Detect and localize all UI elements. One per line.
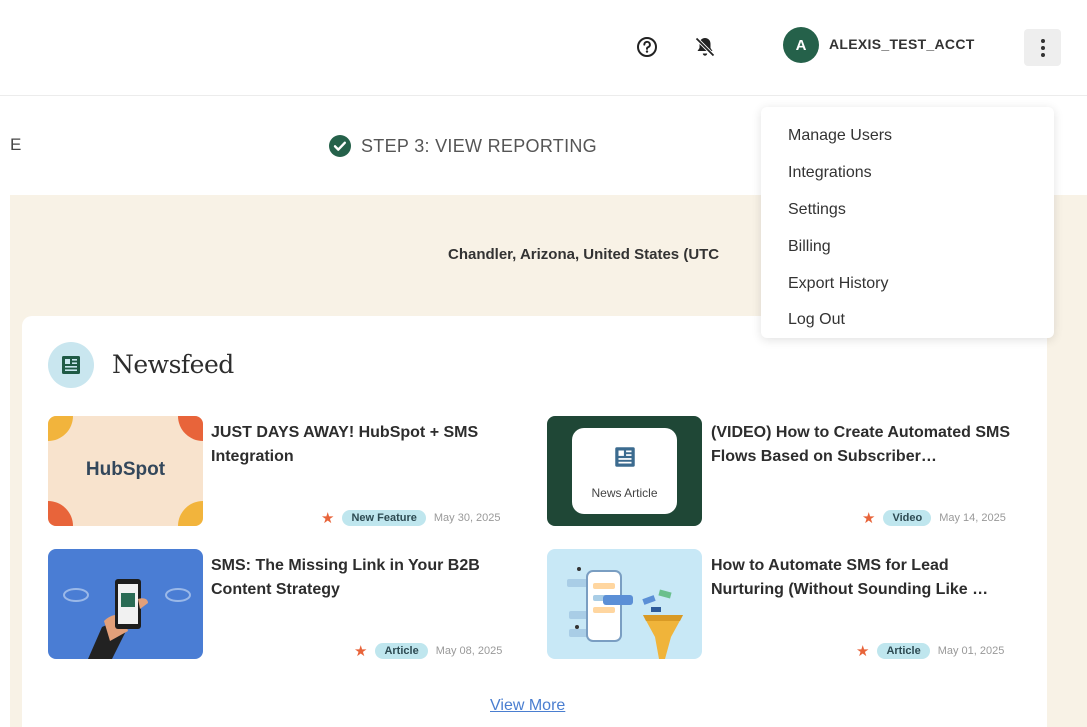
news-date: May 14, 2025 [939, 512, 1006, 524]
tag-badge: New Feature [342, 510, 426, 526]
tag-badge: Article [375, 643, 428, 659]
tag-badge: Article [877, 643, 930, 659]
account-dropdown-menu: Manage Users Integrations Settings Billi… [761, 107, 1054, 338]
news-thumbnail-article[interactable]: News Article [547, 416, 702, 526]
thumbnail-caption: News Article [591, 486, 658, 500]
news-thumbnail-sms-funnel[interactable] [547, 549, 702, 659]
star-icon[interactable]: ★ [862, 509, 875, 527]
step-3[interactable]: STEP 3: VIEW REPORTING [328, 134, 597, 158]
step-3-label: STEP 3: VIEW REPORTING [361, 135, 597, 156]
view-more-link[interactable]: View More [490, 697, 565, 715]
news-item-meta: ★ Article May 08, 2025 [354, 642, 502, 660]
newspaper-icon [615, 447, 635, 467]
hubspot-logo: HubSpot [85, 459, 166, 480]
news-item-meta: ★ Article May 01, 2025 [856, 642, 1004, 660]
menu-item-manage-users[interactable]: Manage Users [761, 118, 1054, 155]
top-bar: A ALEXIS_TEST_ACCT [0, 0, 1087, 96]
newsfeed-title: Newsfeed [112, 350, 234, 379]
news-thumbnail-phone-chain[interactable] [48, 549, 203, 659]
menu-item-log-out[interactable]: Log Out [761, 302, 1054, 339]
star-icon[interactable]: ★ [321, 509, 334, 527]
news-item-title[interactable]: JUST DAYS AWAY! HubSpot + SMS Integratio… [211, 421, 516, 469]
star-icon[interactable]: ★ [354, 642, 367, 660]
help-icon[interactable] [636, 36, 658, 58]
bell-off-icon[interactable] [693, 35, 717, 59]
location-text: Chandler, Arizona, United States (UTC [448, 246, 720, 263]
news-item-title[interactable]: SMS: The Missing Link in Your B2B Conten… [211, 554, 516, 602]
more-vertical-icon[interactable] [1024, 29, 1061, 66]
step-previous-label[interactable]: E [10, 135, 21, 155]
news-item-meta: ★ Video May 14, 2025 [862, 509, 1006, 527]
menu-item-integrations[interactable]: Integrations [761, 155, 1054, 192]
star-icon[interactable]: ★ [856, 642, 869, 660]
menu-item-billing[interactable]: Billing [761, 228, 1054, 265]
menu-item-export-history[interactable]: Export History [761, 265, 1054, 302]
tag-badge: Video [883, 510, 932, 526]
news-date: May 30, 2025 [433, 512, 501, 524]
news-item-title[interactable]: How to Automate SMS for Lead Nurturing (… [711, 554, 1021, 602]
account-name[interactable]: ALEXIS_TEST_ACCT [829, 36, 975, 52]
check-circle-icon [329, 135, 351, 157]
news-thumbnail-hubspot[interactable]: HubSpot [48, 416, 203, 526]
news-item-meta: ★ New Feature May 30, 2025 [321, 509, 501, 527]
newspaper-icon [48, 342, 94, 388]
avatar[interactable]: A [783, 27, 819, 63]
menu-item-settings[interactable]: Settings [761, 192, 1054, 229]
news-date: May 01, 2025 [937, 645, 1005, 657]
news-date: May 08, 2025 [435, 645, 503, 657]
news-item-title[interactable]: (VIDEO) How to Create Automated SMS Flow… [711, 421, 1021, 469]
